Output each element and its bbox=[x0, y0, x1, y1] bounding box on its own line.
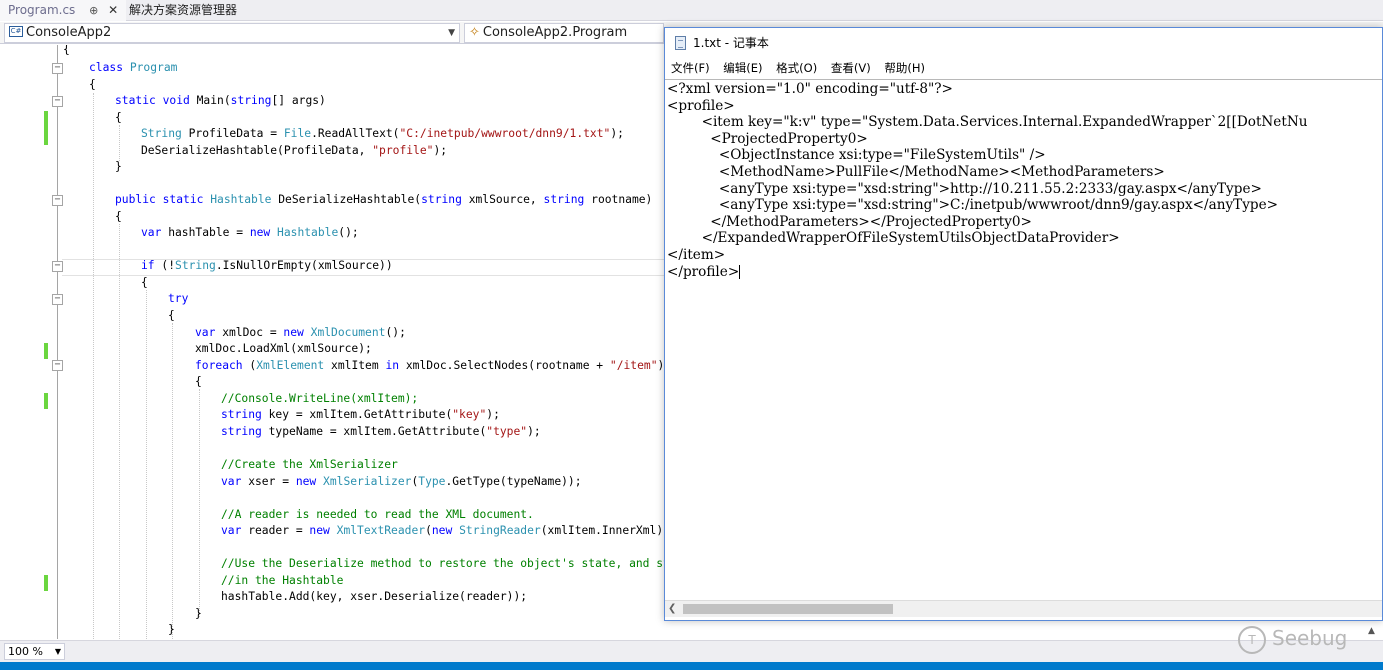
code-line: { bbox=[89, 78, 96, 91]
text-line: <MethodName>PullFile</MethodName><Method… bbox=[667, 164, 1165, 180]
code-line: } bbox=[195, 607, 202, 620]
code-line: { bbox=[195, 375, 202, 388]
collapse-icon[interactable]: − bbox=[52, 360, 63, 371]
change-marker bbox=[44, 575, 48, 591]
code-line: static void Main(string[] args) bbox=[115, 94, 326, 107]
code-line: class Program bbox=[89, 61, 178, 74]
document-tab-bar: Program.cs ⊕ ✕ 解决方案资源管理器 bbox=[0, 0, 1383, 21]
notepad-text-area[interactable]: <?xml version="1.0" encoding="utf-8"?> <… bbox=[665, 79, 1382, 600]
tab-program-cs[interactable]: Program.cs ⊕ ✕ bbox=[0, 0, 127, 21]
close-icon[interactable]: ✕ bbox=[108, 3, 118, 17]
editor-status-bar: 100 % ▼ bbox=[0, 640, 1383, 662]
seebug-logo-icon: T bbox=[1238, 626, 1266, 654]
zoom-dropdown[interactable]: 100 % ▼ bbox=[4, 643, 65, 660]
text-line: <profile> bbox=[667, 97, 735, 114]
notepad-title-bar[interactable]: 1.txt - 记事本 bbox=[665, 28, 1382, 58]
code-line: public static Hashtable DeSerializeHasht… bbox=[115, 193, 653, 206]
project-name: ConsoleApp2 bbox=[26, 25, 112, 40]
chevron-down-icon[interactable]: ▼ bbox=[448, 24, 455, 42]
class-dropdown[interactable]: ✧ ConsoleApp2.Program bbox=[464, 23, 664, 43]
seebug-watermark: T Seebug bbox=[1238, 624, 1378, 656]
class-name: ConsoleApp2.Program bbox=[482, 25, 628, 40]
indent-guide bbox=[93, 93, 94, 639]
indent-guide bbox=[119, 125, 120, 161]
text-line: </ExpandedWrapperOfFileSystemUtilsObject… bbox=[667, 230, 1120, 247]
code-line: //in the Hashtable bbox=[221, 574, 344, 587]
status-bar bbox=[0, 662, 1383, 670]
zoom-level: 100 % bbox=[8, 645, 43, 658]
code-line: } bbox=[115, 160, 122, 173]
code-line: hashTable.Add(key, xser.Deserialize(read… bbox=[221, 590, 528, 603]
code-line: var hashTable = new Hashtable(); bbox=[141, 226, 359, 239]
text-line: <ObjectInstance xsi:type="FileSystemUtil… bbox=[667, 147, 1046, 164]
code-line: //Use the Deserialize method to restore … bbox=[221, 557, 665, 570]
menu-view[interactable]: 查看(V) bbox=[831, 58, 871, 78]
outline-line bbox=[57, 45, 58, 639]
text-line: </MethodParameters></ProjectedProperty0> bbox=[667, 213, 1032, 230]
change-marker bbox=[44, 111, 48, 145]
code-line: var xmlDoc = new XmlDocument(); bbox=[195, 326, 406, 339]
code-line: string key = xmlItem.GetAttribute("key")… bbox=[221, 408, 500, 421]
code-line: String ProfileData = File.ReadAllText("C… bbox=[141, 127, 624, 140]
scroll-left-icon[interactable]: ❮ bbox=[668, 601, 676, 617]
menu-edit[interactable]: 编辑(E) bbox=[723, 58, 762, 78]
notepad-menu-bar: 文件(F) 编辑(E) 格式(O) 查看(V) 帮助(H) bbox=[665, 58, 1382, 78]
code-line: { bbox=[168, 309, 175, 322]
code-line: var reader = new XmlTextReader(new Strin… bbox=[221, 524, 665, 537]
code-line: { bbox=[141, 276, 148, 289]
code-line: //A reader is needed to read the XML doc… bbox=[221, 508, 534, 521]
menu-help[interactable]: 帮助(H) bbox=[884, 58, 925, 78]
tab-label: Program.cs bbox=[8, 3, 76, 17]
chevron-down-icon[interactable]: ▼ bbox=[55, 644, 61, 659]
menu-file[interactable]: 文件(F) bbox=[671, 58, 710, 78]
code-line: var xser = new XmlSerializer(Type.GetTyp… bbox=[221, 475, 582, 488]
code-line: string typeName = xmlItem.GetAttribute("… bbox=[221, 425, 541, 438]
text-line: <anyType xsi:type="xsd:string">http://10… bbox=[667, 180, 1262, 197]
code-line: if (!String.IsNullOrEmpty(xmlSource)) bbox=[141, 259, 393, 272]
notepad-icon bbox=[675, 36, 686, 50]
code-line: { bbox=[115, 111, 122, 124]
text-line: </profile> bbox=[667, 263, 741, 280]
code-line: { bbox=[63, 45, 70, 56]
code-line: try bbox=[168, 292, 189, 305]
change-marker bbox=[44, 393, 48, 409]
collapse-icon[interactable]: − bbox=[52, 195, 63, 206]
scrollbar-thumb[interactable] bbox=[683, 604, 893, 614]
tab-label: 解决方案资源管理器 bbox=[129, 3, 238, 17]
code-line: } bbox=[168, 623, 175, 636]
code-line: foreach (XmlElement xmlItem in xmlDoc.Se… bbox=[195, 359, 665, 372]
menu-format[interactable]: 格式(O) bbox=[776, 58, 817, 78]
code-line: //Create the XmlSerializer bbox=[221, 458, 398, 471]
change-marker bbox=[44, 343, 48, 359]
code-line: //Console.WriteLine(xmlItem); bbox=[221, 392, 419, 405]
csharp-project-icon: C# bbox=[9, 26, 23, 37]
project-dropdown[interactable]: C# ConsoleApp2 ▼ bbox=[4, 23, 460, 43]
collapse-icon[interactable]: − bbox=[52, 96, 63, 107]
text-caret bbox=[739, 265, 741, 280]
text-line: <ProjectedProperty0> bbox=[667, 130, 868, 147]
collapse-icon[interactable]: − bbox=[52, 294, 63, 305]
indent-guide bbox=[199, 389, 200, 617]
horizontal-scrollbar[interactable]: ❮ bbox=[665, 600, 1382, 617]
text-line: <item key="k:v" type="System.Data.Servic… bbox=[667, 114, 1308, 131]
indent-guide bbox=[146, 290, 147, 639]
window-title: 1.txt - 记事本 bbox=[693, 36, 769, 50]
collapse-icon[interactable]: − bbox=[52, 63, 63, 74]
text-line: <?xml version="1.0" encoding="utf-8"?> bbox=[667, 81, 953, 97]
notepad-window: 1.txt - 记事本 文件(F) 编辑(E) 格式(O) 查看(V) 帮助(H… bbox=[664, 27, 1383, 621]
tab-solution-explorer[interactable]: 解决方案资源管理器 bbox=[125, 0, 241, 21]
code-line: DeSerializeHashtable(ProfileData, "profi… bbox=[141, 144, 448, 157]
indent-guide bbox=[172, 323, 173, 639]
text-line: <anyType xsi:type="xsd:string">C:/inetpu… bbox=[667, 197, 1279, 214]
watermark-text: Seebug bbox=[1272, 626, 1348, 650]
pin-icon[interactable]: ⊕ bbox=[89, 4, 98, 17]
text-line: </item> bbox=[667, 247, 726, 263]
code-editor[interactable]: − − − − − − { class Program { static voi… bbox=[0, 45, 665, 639]
code-line: xmlDoc.LoadXml(xmlSource); bbox=[195, 342, 372, 355]
class-icon: ✧ bbox=[469, 25, 480, 40]
code-line: { bbox=[115, 210, 122, 223]
indent-guide bbox=[119, 224, 120, 639]
